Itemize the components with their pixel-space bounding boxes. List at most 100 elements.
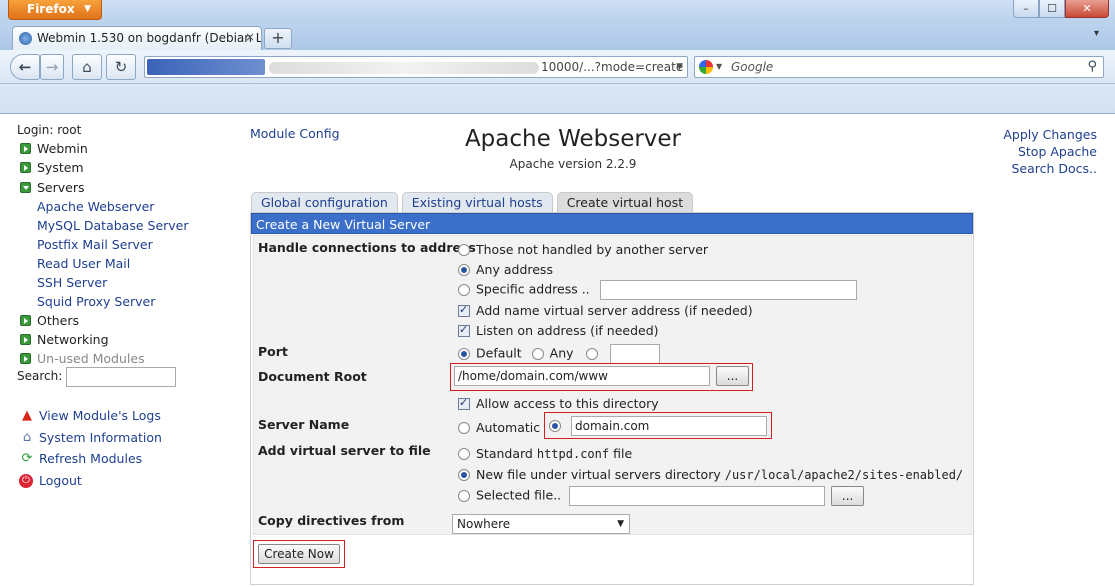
- forward-button[interactable]: →: [40, 54, 64, 80]
- category-menu: Webmin System Servers Apache Webserver M…: [20, 141, 189, 371]
- server-name-custom-row: domain.com: [549, 416, 767, 436]
- browser-tab-webmin[interactable]: Webmin 1.530 on bogdanfr (Debian Li... ×: [12, 26, 262, 50]
- allow-access-option[interactable]: Allow access to this directory: [458, 396, 659, 411]
- engine-dropdown-icon[interactable]: ▼: [716, 57, 722, 77]
- view-logs-link[interactable]: ▲ View Module's Logs: [19, 408, 162, 430]
- port-any-radio[interactable]: [531, 347, 544, 360]
- copy-directives-select[interactable]: Nowhere ▼: [452, 514, 630, 534]
- category-label: Others: [37, 312, 80, 328]
- expand-icon: [20, 314, 31, 326]
- server-name-auto-option[interactable]: Automatic: [458, 420, 540, 435]
- expand-icon: [20, 143, 31, 154]
- add-name-vs-option[interactable]: Add name virtual server address (if need…: [458, 303, 753, 318]
- port-custom-radio[interactable]: [585, 347, 598, 360]
- port-input[interactable]: [609, 344, 660, 364]
- tab-existing-virtual-hosts[interactable]: Existing virtual hosts: [401, 192, 553, 212]
- selected-file-browse-button[interactable]: ...: [831, 486, 865, 506]
- list-all-tabs-button[interactable]: ▾: [1094, 28, 1099, 39]
- home-button[interactable]: ⌂: [72, 54, 102, 80]
- specific-address-input[interactable]: [599, 280, 857, 300]
- copy-directives-row: Nowhere ▼: [452, 514, 630, 534]
- radio-icon[interactable]: [458, 283, 470, 296]
- magnifier-icon[interactable]: ⚲: [1087, 57, 1097, 77]
- radio-icon[interactable]: [458, 422, 470, 434]
- module-config-link[interactable]: Module Config: [250, 126, 340, 141]
- category-others[interactable]: Others: [20, 313, 189, 332]
- option-label: Allow access to this directory: [476, 396, 659, 411]
- tab-create-virtual-host[interactable]: Create virtual host: [556, 192, 694, 212]
- checkbox-checked-icon[interactable]: [458, 323, 470, 337]
- category-webmin[interactable]: Webmin: [20, 141, 189, 160]
- firefox-menu-label: Firefox: [27, 2, 75, 16]
- panel-title: Create a New Virtual Server: [251, 213, 973, 234]
- category-label: Servers: [37, 179, 85, 195]
- module-mysql-server[interactable]: MySQL Database Server: [20, 218, 189, 237]
- window-titlebar: Firefox ▼ – ☐ ✕: [0, 0, 1115, 24]
- logout-link[interactable]: ⏻ Logout: [19, 473, 162, 495]
- tab-global-configuration[interactable]: Global configuration: [251, 192, 398, 212]
- view-logs-label: View Module's Logs: [39, 408, 161, 423]
- document-root-browse-button[interactable]: ...: [715, 366, 749, 386]
- checkbox-checked-icon[interactable]: [458, 303, 470, 317]
- server-name-label: Server Name: [258, 417, 350, 432]
- url-bar[interactable]: 10000/...?mode=create ▼: [144, 56, 688, 78]
- minimize-button[interactable]: –: [1013, 0, 1039, 18]
- option-label-suffix: file: [613, 446, 633, 461]
- address-option-not-handled[interactable]: Those not handled by another server: [458, 242, 708, 257]
- bookmarks-toolbar: [0, 84, 1115, 114]
- module-postfix-server[interactable]: Postfix Mail Server: [20, 237, 189, 256]
- radio-selected-icon[interactable]: [458, 264, 470, 276]
- module-search-input[interactable]: [66, 367, 176, 387]
- address-option-specific[interactable]: Specific address ..: [458, 280, 857, 300]
- module-read-user-mail[interactable]: Read User Mail: [20, 256, 189, 275]
- radio-icon[interactable]: [458, 244, 470, 256]
- category-system[interactable]: System: [20, 160, 189, 179]
- radio-selected-icon[interactable]: [458, 469, 470, 481]
- port-default-radio[interactable]: [458, 347, 470, 360]
- radio-icon[interactable]: [458, 448, 470, 460]
- option-label: Any address: [476, 262, 553, 277]
- document-root-input[interactable]: /home/domain.com/www: [454, 366, 710, 386]
- category-servers[interactable]: Servers: [20, 180, 189, 199]
- maximize-button[interactable]: ☐: [1039, 0, 1065, 18]
- option-label: New file under virtual servers directory: [476, 467, 721, 482]
- search-docs-link[interactable]: Search Docs..: [1003, 160, 1097, 177]
- radio-selected-icon[interactable]: [549, 419, 561, 432]
- back-button[interactable]: ←: [10, 54, 40, 80]
- file-option-selected[interactable]: Selected file.. ...: [458, 486, 865, 506]
- checkbox-checked-icon[interactable]: [458, 396, 470, 410]
- search-bar[interactable]: ▼ Google ⚲: [694, 56, 1104, 78]
- google-engine-icon[interactable]: [699, 60, 713, 74]
- option-label: Those not handled by another server: [476, 242, 709, 257]
- new-tab-button[interactable]: +: [264, 28, 292, 49]
- system-info-label: System Information: [39, 429, 162, 445]
- create-now-button[interactable]: Create Now: [258, 544, 340, 564]
- url-text: 10000/...?mode=create: [541, 60, 684, 74]
- listen-on-option[interactable]: Listen on address (if needed): [458, 323, 659, 338]
- radio-icon[interactable]: [458, 489, 470, 502]
- reload-button[interactable]: ↻: [106, 54, 136, 80]
- close-tab-icon[interactable]: ×: [245, 30, 255, 44]
- server-name-input[interactable]: domain.com: [570, 416, 767, 436]
- file-option-new[interactable]: New file under virtual servers directory…: [458, 467, 963, 482]
- category-networking[interactable]: Networking: [20, 332, 189, 351]
- system-info-link[interactable]: ⌂ System Information: [19, 430, 162, 452]
- port-options: Default Any: [458, 344, 660, 364]
- firefox-menu-button[interactable]: Firefox ▼: [8, 0, 102, 20]
- expand-icon: [20, 162, 31, 174]
- site-identity-icon[interactable]: [147, 59, 265, 75]
- file-option-standard[interactable]: Standard httpd.conf file: [458, 446, 632, 461]
- document-root-label: Document Root: [258, 369, 367, 384]
- url-history-dropdown-icon[interactable]: ▼: [676, 57, 683, 77]
- stop-apache-link[interactable]: Stop Apache: [1003, 143, 1097, 160]
- module-squid-proxy[interactable]: Squid Proxy Server: [20, 294, 189, 313]
- address-option-any[interactable]: Any address: [458, 262, 553, 277]
- apply-changes-link[interactable]: Apply Changes: [1003, 126, 1097, 143]
- module-ssh-server[interactable]: SSH Server: [20, 275, 189, 294]
- window-controls: – ☐ ✕: [1013, 0, 1109, 20]
- close-window-button[interactable]: ✕: [1065, 0, 1109, 18]
- copy-directives-label: Copy directives from: [258, 513, 405, 528]
- refresh-modules-link[interactable]: ⟳ Refresh Modules: [19, 451, 162, 473]
- selected-file-input[interactable]: [569, 486, 826, 506]
- module-apache-webserver[interactable]: Apache Webserver: [20, 199, 189, 218]
